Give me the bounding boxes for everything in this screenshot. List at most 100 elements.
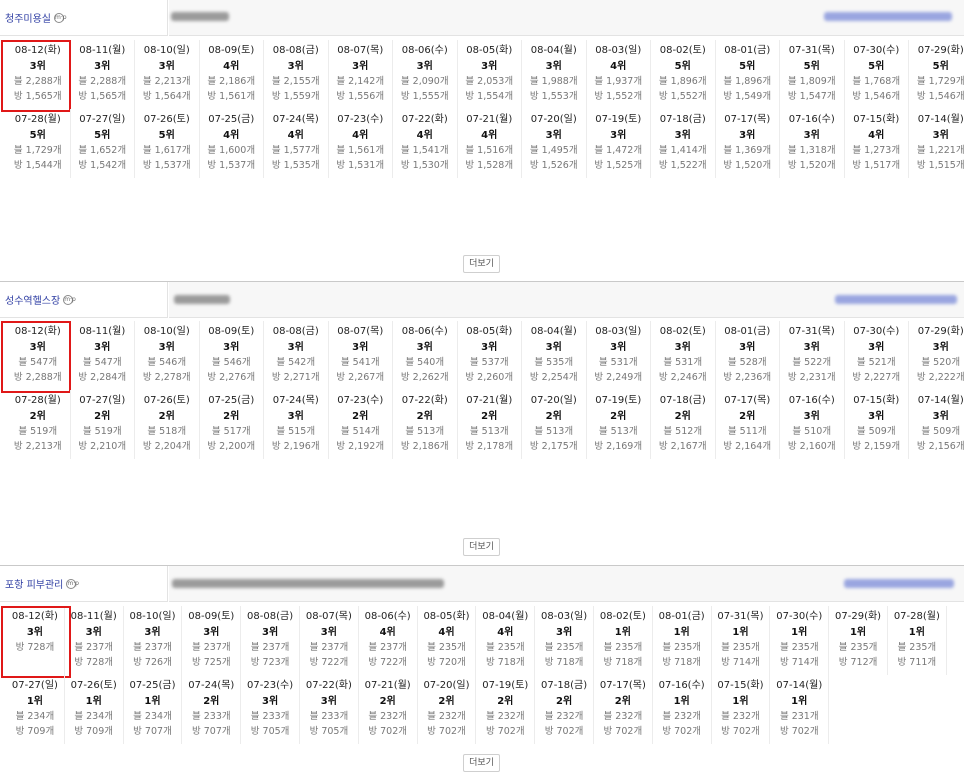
rank-date: 07-25(금) bbox=[208, 395, 255, 406]
rank-cell: 08-04(월) 4위 블 235개 방 718개 bbox=[476, 606, 536, 675]
room-count: 방 1,556개 bbox=[336, 91, 385, 102]
rank-date: 07-18(금) bbox=[541, 680, 588, 691]
room-count: 방 1,531개 bbox=[336, 160, 385, 171]
rank-value: 2위 bbox=[158, 411, 175, 422]
blog-count: 블 235개 bbox=[662, 642, 701, 653]
keyword-link[interactable]: 성수역헬스장 bbox=[5, 292, 60, 307]
rank-date: 08-12(화) bbox=[14, 326, 61, 337]
room-count: 방 702개 bbox=[368, 726, 407, 737]
blog-count: 블 235개 bbox=[544, 642, 584, 653]
rank-value: 3위 bbox=[287, 61, 304, 72]
room-count: 방 2,213개 bbox=[13, 441, 62, 452]
room-count: 방 2,204개 bbox=[142, 441, 191, 452]
keyword-link[interactable]: 포항 피부관리 bbox=[5, 576, 63, 591]
rank-cell: 07-31(목) 5위 블 1,809개 방 1,547개 bbox=[780, 40, 845, 109]
rank-date: 08-06(수) bbox=[364, 611, 411, 622]
more-button[interactable]: 더보기 bbox=[463, 754, 500, 772]
rank-value: 1위 bbox=[614, 627, 631, 638]
rank-cell: 07-31(목) 3위 블 522개 방 2,231개 bbox=[780, 321, 845, 390]
rank-cell: 07-27(일) 1위 블 234개 방 709개 bbox=[6, 675, 65, 744]
rank-date: 07-24(목) bbox=[272, 395, 319, 406]
rank-date: 08-08(금) bbox=[272, 326, 319, 337]
rank-cell: 07-27(일) 2위 블 519개 방 2,210개 bbox=[71, 390, 135, 459]
rank-date: 08-10(일) bbox=[143, 326, 190, 337]
rank-date: 07-29(화) bbox=[917, 45, 964, 56]
rank-date: 07-26(토) bbox=[143, 114, 190, 125]
keyword-link[interactable]: 청주미용실 bbox=[5, 10, 51, 25]
rank-date: 08-01(금) bbox=[724, 326, 771, 337]
blog-count: 블 1,414개 bbox=[658, 145, 707, 156]
rank-date: 08-05(화) bbox=[466, 45, 513, 56]
room-count: 방 705개 bbox=[309, 726, 349, 737]
rank-value: 5위 bbox=[868, 61, 885, 72]
rank-date: 07-18(금) bbox=[659, 114, 706, 125]
rank-value: 3위 bbox=[223, 342, 240, 353]
blog-count: 블 1,561개 bbox=[336, 145, 385, 156]
room-count: 방 2,175개 bbox=[529, 441, 578, 452]
rank-cell: 07-18(금) 2위 블 512개 방 2,167개 bbox=[651, 390, 716, 459]
room-count: 방 1,547개 bbox=[787, 91, 836, 102]
rank-date: 07-29(화) bbox=[917, 326, 964, 337]
room-count: 방 1,522개 bbox=[658, 160, 707, 171]
room-count: 방 718개 bbox=[603, 657, 643, 668]
room-count: 방 712개 bbox=[838, 657, 878, 668]
rank-cell: 08-01(금) 1위 블 235개 방 718개 bbox=[653, 606, 712, 675]
rank-cell: 07-17(목) 2위 블 511개 방 2,164개 bbox=[716, 390, 780, 459]
rank-value: 3위 bbox=[932, 411, 949, 422]
blog-count: 블 1,369개 bbox=[723, 145, 772, 156]
rank-cell: 07-18(금) 2위 블 232개 방 702개 bbox=[535, 675, 594, 744]
rank-cell: 07-14(월) 3위 블 1,221개 방 1,515개 bbox=[909, 109, 964, 178]
rank-date: 07-22(화) bbox=[305, 680, 352, 691]
rank-cell: 07-31(목) 1위 블 235개 방 714개 bbox=[712, 606, 771, 675]
room-count: 방 1,546개 bbox=[916, 91, 964, 102]
redacted-text bbox=[171, 12, 229, 21]
mp-badge-icon: m·p bbox=[63, 294, 76, 305]
rank-cell: 07-19(토) 2위 블 513개 방 2,169개 bbox=[587, 390, 651, 459]
blog-count: 블 1,495개 bbox=[529, 145, 578, 156]
room-count: 방 2,227개 bbox=[852, 372, 901, 383]
rank-date: 08-02(토) bbox=[599, 611, 646, 622]
rank-date: 08-05(화) bbox=[466, 326, 513, 337]
rank-value: 3위 bbox=[94, 342, 111, 353]
blog-count: 블 232개 bbox=[485, 711, 525, 722]
rank-date: 07-24(목) bbox=[272, 114, 319, 125]
more-button[interactable]: 더보기 bbox=[463, 538, 500, 556]
rank-cell: 08-08(금) 3위 블 237개 방 723개 bbox=[241, 606, 300, 675]
blog-count: 블 2,213개 bbox=[142, 76, 191, 87]
rank-date: 08-08(금) bbox=[272, 45, 319, 56]
rank-value: 2위 bbox=[497, 696, 514, 707]
rank-cell: 08-10(일) 3위 블 237개 방 726개 bbox=[124, 606, 183, 675]
room-count: 방 1,559개 bbox=[271, 91, 320, 102]
rank-cell: 08-07(목) 3위 블 541개 방 2,267개 bbox=[329, 321, 393, 390]
room-count: 방 2,167개 bbox=[658, 441, 707, 452]
redacted-link bbox=[844, 579, 954, 588]
rank-value: 3위 bbox=[29, 61, 46, 72]
rank-value: 1위 bbox=[791, 696, 808, 707]
blog-count: 블 1,809개 bbox=[787, 76, 836, 87]
room-count: 방 2,284개 bbox=[78, 372, 127, 383]
rank-value: 4위 bbox=[379, 627, 396, 638]
more-button[interactable]: 더보기 bbox=[463, 255, 500, 273]
blog-count: 블 1,221개 bbox=[916, 145, 964, 156]
rank-date: 07-31(목) bbox=[788, 45, 835, 56]
rank-value: 1위 bbox=[732, 696, 749, 707]
rank-cell: 07-23(수) 2위 블 514개 방 2,192개 bbox=[329, 390, 393, 459]
room-count: 방 709개 bbox=[74, 726, 114, 737]
rank-cell: 07-29(화) 5위 블 1,729개 방 1,546개 bbox=[909, 40, 964, 109]
room-count: 방 1,515개 bbox=[916, 160, 964, 171]
blog-count: 블 1,318개 bbox=[787, 145, 836, 156]
rank-date: 08-03(일) bbox=[541, 611, 588, 622]
rank-date: 08-10(일) bbox=[129, 611, 176, 622]
rank-value: 3위 bbox=[144, 627, 161, 638]
rank-date: 07-15(화) bbox=[717, 680, 764, 691]
rank-cell: 07-24(목) 4위 블 1,577개 방 1,535개 bbox=[264, 109, 329, 178]
rank-value: 3위 bbox=[320, 627, 337, 638]
room-count: 방 702개 bbox=[427, 726, 466, 737]
rank-value: 3위 bbox=[674, 130, 691, 141]
room-count: 방 2,278개 bbox=[142, 372, 191, 383]
section-header: 청주미용실 m·p bbox=[0, 0, 964, 36]
rank-cell: 08-03(일) 3위 블 531개 방 2,249개 bbox=[587, 321, 651, 390]
room-count: 방 2,192개 bbox=[336, 441, 385, 452]
rank-value: 3위 bbox=[610, 130, 627, 141]
rank-value: 4위 bbox=[438, 627, 455, 638]
